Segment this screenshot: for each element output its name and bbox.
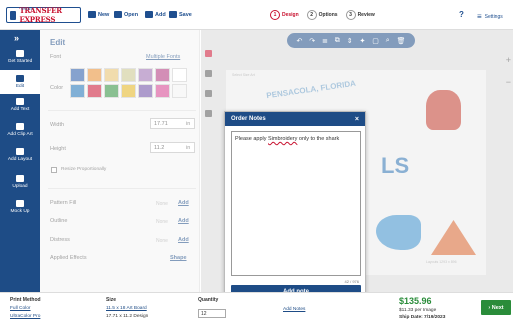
nav-item-add-text[interactable]: Add Text: [0, 98, 40, 112]
save-button[interactable]: Save: [169, 11, 192, 18]
step-indicator: 1 Design 2 Options 3 Review: [270, 10, 375, 20]
nav-item-add-clip-art[interactable]: Add Clip Art: [0, 123, 40, 137]
modal-header: Order Notes ×: [225, 112, 365, 126]
price-per-image: $11.33 per Image: [399, 308, 437, 313]
text-icon: [16, 98, 24, 105]
upload-icon: [16, 175, 24, 182]
quantity-label: Quantity: [198, 297, 219, 303]
step-options[interactable]: 2 Options: [306, 10, 338, 20]
help-icon[interactable]: ?: [459, 10, 464, 19]
nav-item-edit[interactable]: Edit: [0, 70, 40, 94]
collapse-nav-icon[interactable]: »: [14, 33, 19, 43]
add-notes-link[interactable]: Add Notes: [283, 307, 305, 312]
nav-item-get-started[interactable]: Get Started: [0, 50, 40, 64]
add-button[interactable]: Add: [145, 11, 166, 18]
step-design[interactable]: 1 Design: [270, 10, 299, 20]
settings-button[interactable]: ≡ Settings: [477, 12, 503, 21]
save-icon: [169, 11, 177, 18]
size-design: 17.71 x 11.2 Design: [106, 314, 149, 319]
close-icon[interactable]: ×: [355, 116, 359, 123]
logo-subtext: STAHLS: [21, 7, 33, 11]
new-button[interactable]: New: [88, 11, 109, 18]
nav-item-mock-up[interactable]: Mock Up: [0, 200, 40, 214]
size-art-board[interactable]: 11.5 x 18 Art Board: [106, 306, 147, 311]
ship-date: Ship Date: 7/19/2023: [399, 315, 446, 320]
refresh-icon: [88, 11, 96, 18]
quantity-input[interactable]: 12: [198, 309, 226, 318]
left-nav: » Get Started Edit Add Text Add Clip Art…: [0, 30, 40, 292]
logo[interactable]: STAHLS TRANSFER EXPRESS: [6, 6, 81, 24]
layout-icon: [16, 148, 24, 155]
home-icon: [16, 50, 24, 57]
logo-mark-icon: [10, 10, 17, 20]
pencil-icon: [16, 75, 24, 82]
print-method-full-color[interactable]: Full Color: [10, 306, 31, 311]
note-text-suffix: only to the shark: [297, 136, 340, 142]
modal-title: Order Notes: [231, 116, 266, 122]
order-notes-textarea[interactable]: Please apply Simbroidery only to the sha…: [231, 131, 361, 276]
step-review[interactable]: 3 Review: [345, 10, 375, 20]
folder-icon: [114, 11, 122, 18]
print-method-label: Print Method: [10, 297, 41, 303]
top-bar: STAHLS TRANSFER EXPRESS New Open Add Sav…: [0, 0, 513, 30]
print-method-ultracolor[interactable]: UltraColor Pro: [10, 314, 40, 319]
shirt-icon: [16, 200, 24, 207]
nav-item-upload[interactable]: Upload: [0, 175, 40, 189]
bottom-bar: Print Method Full Color UltraColor Pro S…: [0, 292, 513, 322]
order-notes-modal: Order Notes × Please apply Simbroidery o…: [224, 111, 366, 302]
open-button[interactable]: Open: [114, 11, 138, 18]
next-button[interactable]: › Next: [481, 300, 511, 315]
folder-add-icon: [145, 11, 153, 18]
total-price: $135.96: [399, 296, 432, 306]
note-text-prefix: Please apply: [235, 136, 269, 142]
character-counter: 42 / 976: [344, 279, 359, 284]
image-icon: [16, 123, 24, 130]
menu-icon: ≡: [477, 12, 482, 21]
note-text-misspelled: Simbroidery: [268, 136, 298, 142]
nav-item-add-layout[interactable]: Add Layout: [0, 148, 40, 162]
size-label: Size: [106, 297, 117, 303]
